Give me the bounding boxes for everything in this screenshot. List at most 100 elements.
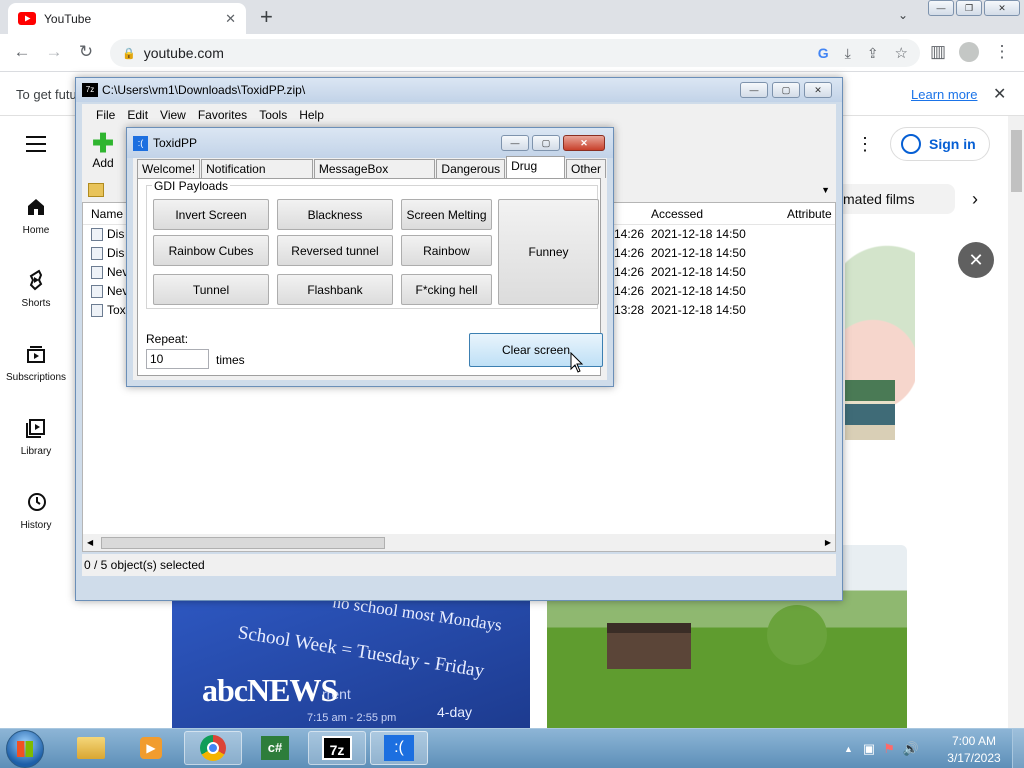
scroll-left-icon[interactable]: ◀: [87, 538, 93, 547]
scrollbar[interactable]: [1008, 116, 1024, 728]
toxidpp-maximize-button[interactable]: ▢: [532, 135, 560, 151]
more-options-icon[interactable]: ⋮: [856, 134, 874, 155]
new-tab-button[interactable]: +: [260, 4, 273, 30]
browser-close-button[interactable]: ✕: [984, 0, 1020, 16]
google-lens-icon[interactable]: G: [818, 45, 829, 61]
share-icon[interactable]: ⇪: [867, 45, 879, 62]
profile-avatar-icon[interactable]: [959, 42, 979, 62]
windows-logo-icon: [17, 741, 33, 757]
tab-notification-creator[interactable]: Notification Creator: [201, 159, 313, 194]
file-icon: [91, 228, 103, 241]
clock[interactable]: 7:00 AM 3/17/2023: [944, 733, 1004, 767]
chrome-menu-icon[interactable]: ⋮: [990, 41, 1014, 63]
taskbar-chrome[interactable]: [184, 731, 242, 765]
bookmark-star-icon[interactable]: ☆: [895, 44, 908, 62]
nav-item-home[interactable]: Home: [0, 195, 72, 236]
install-app-icon[interactable]: ⤓: [845, 45, 851, 62]
reload-icon[interactable]: ↻: [74, 41, 98, 63]
browser-tab-title: YouTube: [44, 11, 92, 26]
lock-icon: 🔒: [122, 47, 136, 60]
nav-item-shorts[interactable]: Shorts: [0, 268, 72, 309]
hamburger-menu-icon[interactable]: [26, 136, 46, 152]
flashbank-button[interactable]: Flashbank: [277, 274, 393, 305]
invert-screen-button[interactable]: Invert Screen: [153, 199, 269, 230]
tab-other[interactable]: Other: [565, 159, 606, 178]
nav-item-library[interactable]: Library: [0, 416, 72, 457]
tab-drug-trip[interactable]: Drug Trip: [506, 156, 565, 191]
scroll-right-icon[interactable]: ▶: [825, 538, 831, 547]
reversed-tunnel-button[interactable]: Reversed tunnel: [277, 235, 393, 266]
tab-messagebox-creator[interactable]: MessageBox Creator: [313, 159, 436, 194]
menu-file[interactable]: File: [96, 108, 115, 122]
tray-expand-icon[interactable]: ▲: [844, 744, 853, 754]
horizontal-scroll-thumb[interactable]: [101, 536, 386, 549]
browser-minimize-button[interactable]: —: [928, 0, 954, 16]
address-bar[interactable]: 🔒 youtube.com G ⤓ ⇪ ☆: [110, 39, 920, 67]
action-center-icon[interactable]: ⚑: [883, 741, 895, 757]
file-accessed: 2021-12-18 14:50: [651, 246, 746, 260]
add-label: Add: [92, 156, 114, 170]
taskbar-explorer[interactable]: [62, 731, 120, 765]
menu-favorites[interactable]: Favorites: [198, 108, 247, 122]
infobar-learn-more-link[interactable]: Learn more: [911, 87, 977, 102]
menu-view[interactable]: View: [160, 108, 186, 122]
back-arrow-icon[interactable]: ←: [10, 41, 34, 63]
dropdown-arrow-icon[interactable]: ▼: [821, 185, 830, 195]
shorts-icon: [29, 269, 43, 291]
infobar-close-icon[interactable]: ✕: [993, 84, 1006, 104]
7zip-maximize-button[interactable]: ▢: [772, 82, 800, 98]
column-accessed[interactable]: Accessed: [651, 207, 703, 221]
library-icon: [26, 419, 45, 438]
add-button[interactable]: ✚ Add: [88, 130, 118, 170]
toxidpp-titlebar[interactable]: :( ToxidPP — ▢ ✕: [127, 128, 613, 158]
taskbar-media-player[interactable]: ▶: [122, 731, 180, 765]
up-folder-icon[interactable]: [88, 183, 104, 197]
show-desktop-button[interactable]: [1012, 729, 1024, 768]
browser-maximize-button[interactable]: ❐: [956, 0, 982, 16]
repeat-input[interactable]: [146, 349, 209, 369]
category-chip[interactable]: mated films: [835, 184, 955, 214]
tunnel-button[interactable]: Tunnel: [153, 274, 269, 305]
menu-help[interactable]: Help: [299, 108, 324, 122]
start-button[interactable]: [6, 730, 44, 768]
column-attributes[interactable]: Attribute: [787, 207, 832, 221]
ad-close-button[interactable]: ✕: [958, 242, 994, 278]
menu-tools[interactable]: Tools: [259, 108, 287, 122]
tree-image: [767, 605, 827, 665]
infobar-text: To get futu: [16, 87, 77, 102]
taskbar-7zip[interactable]: 7z: [308, 731, 366, 765]
nav-item-history[interactable]: History: [0, 490, 72, 531]
nav-item-subscriptions[interactable]: Subscriptions: [0, 342, 72, 383]
funney-button[interactable]: Funney: [498, 199, 599, 305]
column-name[interactable]: Name: [91, 207, 123, 221]
browser-tab-youtube[interactable]: YouTube ✕: [8, 3, 246, 34]
tab-search-icon[interactable]: ⌄: [898, 8, 908, 22]
7zip-close-button[interactable]: ✕: [804, 82, 832, 98]
forward-arrow-icon[interactable]: →: [42, 41, 66, 63]
tab-welcome[interactable]: Welcome!: [137, 159, 201, 178]
media-player-icon: ▶: [140, 737, 162, 759]
toxidpp-taskbar-icon: :(: [384, 735, 414, 761]
scrollbar-thumb[interactable]: [1011, 130, 1022, 192]
side-panel-icon[interactable]: ▥: [926, 41, 950, 63]
horizontal-scrollbar[interactable]: ◀ ▶: [83, 534, 835, 551]
chips-next-arrow-icon[interactable]: ›: [972, 189, 978, 210]
tab-dangerous[interactable]: Dangerous: [436, 159, 506, 178]
rainbow-button[interactable]: Rainbow: [401, 235, 492, 266]
toxidpp-minimize-button[interactable]: —: [501, 135, 529, 151]
menu-edit[interactable]: Edit: [127, 108, 148, 122]
video-thumbnail-news[interactable]: no school most Mondays School Week = Tue…: [172, 600, 530, 728]
7zip-minimize-button[interactable]: —: [740, 82, 768, 98]
screen-melting-button[interactable]: Screen Melting: [401, 199, 492, 230]
rainbow-cubes-button[interactable]: Rainbow Cubes: [153, 235, 269, 266]
7zip-titlebar[interactable]: 7z C:\Users\vm1\Downloads\ToxidPP.zip\ —…: [76, 78, 842, 102]
fcking-hell-button[interactable]: F*cking hell: [401, 274, 492, 305]
sign-in-button[interactable]: Sign in: [890, 127, 990, 161]
taskbar-csharp[interactable]: c#: [246, 731, 304, 765]
volume-icon[interactable]: 🔊: [903, 741, 919, 757]
toxidpp-close-button[interactable]: ✕: [563, 135, 605, 151]
taskbar-toxidpp[interactable]: :(: [370, 731, 428, 765]
blackness-button[interactable]: Blackness: [277, 199, 393, 230]
network-icon[interactable]: ▣: [863, 741, 875, 757]
tab-close-icon[interactable]: ✕: [225, 11, 236, 27]
